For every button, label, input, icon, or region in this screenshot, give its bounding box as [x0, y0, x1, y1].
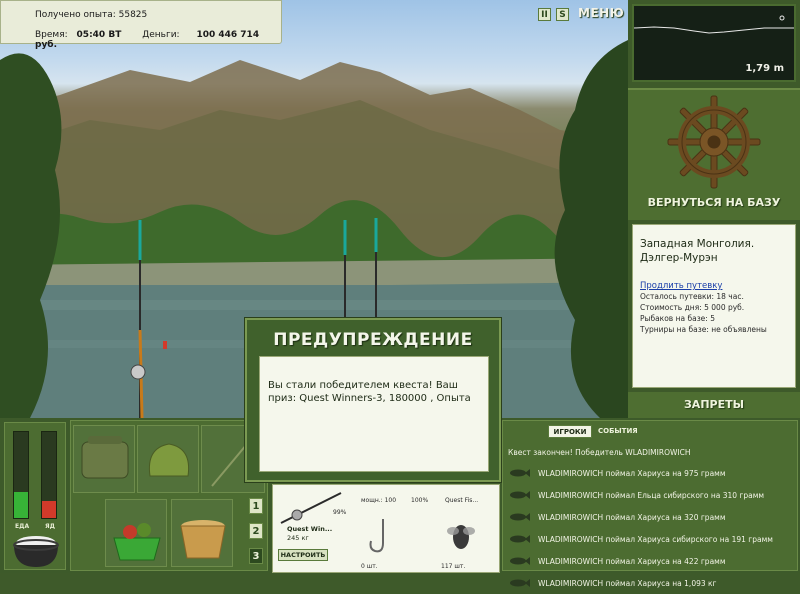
menu-button[interactable]: МЕНЮ: [578, 6, 624, 20]
log-entry-text: WLADIMIROWICH поймал Хариуса на 975 грам…: [538, 468, 726, 478]
trip-remaining: Осталось путевки: 18 час.: [640, 292, 744, 301]
food-meter: [13, 431, 29, 519]
tournaments-status: Турниры на базе: не объявлены: [640, 325, 767, 334]
log-entry: WLADIMIROWICH поймал Хариуса на 422 грам…: [508, 550, 794, 572]
food-meter-fill: [14, 492, 28, 518]
log-header-text: Квест закончен! Победитель WLADIMIROWICH: [508, 447, 691, 457]
status-meters-panel: ЕДА ЯД: [4, 422, 66, 570]
log-entry: WLADIMIROWICH поймал Хариуса на 320 грам…: [508, 506, 794, 528]
inventory-tab-2[interactable]: 2: [249, 523, 263, 539]
slot4-count: 117 шт.: [441, 563, 466, 570]
extend-trip-link[interactable]: Продлить путевку: [640, 281, 788, 291]
return-to-base-button[interactable]: ВЕРНУТЬСЯ НА БАЗУ: [628, 196, 800, 209]
basket-icon: [113, 523, 161, 561]
poison-meter: [41, 431, 57, 519]
pause-button[interactable]: II: [538, 8, 551, 21]
depth-sonar-panel: 1,79 m: [632, 4, 796, 82]
day-cost: Стоимость дня: 5 000 руб.: [640, 303, 745, 312]
float-marker-icon: [779, 15, 785, 21]
location-info-panel: Западная Монголия. Дэлгер-Мурэн Продлить…: [632, 224, 796, 388]
food-label: ЕДА: [15, 523, 30, 530]
rod-percent: 99%: [333, 509, 347, 516]
warning-dialog[interactable]: ПРЕДУПРЕЖДЕНИЕ Вы стали победителем квес…: [245, 318, 501, 482]
rod-weight: 245 кг: [287, 534, 309, 542]
rod-name: Quest Win...: [287, 525, 333, 533]
pot-icon[interactable]: [9, 531, 63, 569]
inventory-slot-basket[interactable]: [105, 499, 167, 567]
poison-label: ЯД: [45, 523, 55, 530]
log-header: Квест закончен! Победитель WLADIMIROWICH: [508, 442, 794, 462]
event-log-list: Квест закончен! Победитель WLADIMIROWICH…: [508, 442, 794, 588]
inventory-panel: [70, 420, 268, 571]
hook-icon[interactable]: [365, 515, 401, 559]
slot1-percent: 100%: [411, 497, 429, 504]
slot2-name: Quest Fis...: [445, 497, 479, 504]
time-value: 05:40 ВТ: [76, 30, 122, 40]
inventory-tab-3[interactable]: 3: [249, 548, 263, 564]
bag-icon: [81, 436, 129, 479]
dialog-title: ПРЕДУПРЕЖДЕНИЕ: [273, 330, 473, 350]
slot1-info: мощн.: 100: [361, 497, 397, 504]
fish-icon: [510, 557, 530, 565]
bait-fly-icon[interactable]: [443, 515, 479, 559]
log-entry: WLADIMIROWICH поймал Хариуса на 1,093 кг: [508, 572, 794, 594]
time-label: Время:: [35, 30, 68, 40]
log-entry-text: WLADIMIROWICH поймал Хариуса на 320 грам…: [538, 512, 726, 522]
log-entry: WLADIMIROWICH поймал Хариуса на 975 грам…: [508, 462, 794, 484]
ship-wheel-icon[interactable]: [628, 90, 800, 200]
poison-meter-fill: [42, 500, 56, 518]
fish-icon: [510, 535, 530, 543]
fishers-count: Рыбаков на базе: 5: [640, 314, 715, 323]
exp-label: Получено опыта:: [35, 10, 116, 20]
money-label: Деньги:: [142, 30, 180, 40]
bucket-icon: [180, 520, 226, 559]
inventory-slot-bag[interactable]: [73, 425, 135, 493]
exp-value: 55825: [118, 10, 148, 20]
location-title-line1: Западная Монголия.: [640, 238, 755, 250]
dialog-body: Вы стали победителем квеста! Ваш приз: Q…: [259, 356, 489, 472]
tune-tackle-button[interactable]: НАСТРОИТЬ: [278, 549, 328, 561]
log-entries: WLADIMIROWICH поймал Хариуса на 975 грам…: [508, 462, 794, 594]
fish-icon: [510, 469, 530, 477]
inventory-tab-1[interactable]: 1: [249, 498, 263, 514]
sound-button[interactable]: S: [556, 8, 569, 21]
tab-events[interactable]: СОБЫТИЯ: [598, 427, 638, 435]
bans-button[interactable]: ЗАПРЕТЫ: [628, 392, 800, 418]
log-entry: WLADIMIROWICH поймал Ельца сибирского на…: [508, 484, 794, 506]
log-entry-text: WLADIMIROWICH поймал Хариуса на 422 грам…: [538, 556, 726, 566]
dialog-message: Вы стали победителем квеста! Ваш приз: Q…: [268, 380, 471, 404]
fish-icon: [510, 513, 530, 521]
fish-icon: [510, 579, 530, 587]
slot3-count: 0 шт.: [361, 563, 378, 570]
log-entry-text: WLADIMIROWICH поймал Хариуса на 1,093 кг: [538, 578, 717, 588]
log-entry-text: WLADIMIROWICH поймал Ельца сибирского на…: [538, 490, 765, 500]
player-stats-panel: Получено опыта: 55825 Время: 05:40 ВТ Де…: [0, 0, 282, 50]
location-title-line2: Дэлгер-Мурэн: [640, 252, 718, 264]
sack-icon: [148, 443, 190, 477]
inventory-slot-bucket[interactable]: [171, 499, 233, 567]
inventory-slot-sack[interactable]: [137, 425, 199, 493]
depth-value: 1,79 m: [745, 63, 784, 74]
log-entry: WLADIMIROWICH поймал Хариуса сибирского …: [508, 528, 794, 550]
tab-players[interactable]: ИГРОКИ: [548, 425, 592, 438]
rod-reel-icon: [280, 492, 342, 524]
fish-icon: [510, 491, 530, 499]
log-entry-text: WLADIMIROWICH поймал Хариуса сибирского …: [538, 534, 773, 544]
